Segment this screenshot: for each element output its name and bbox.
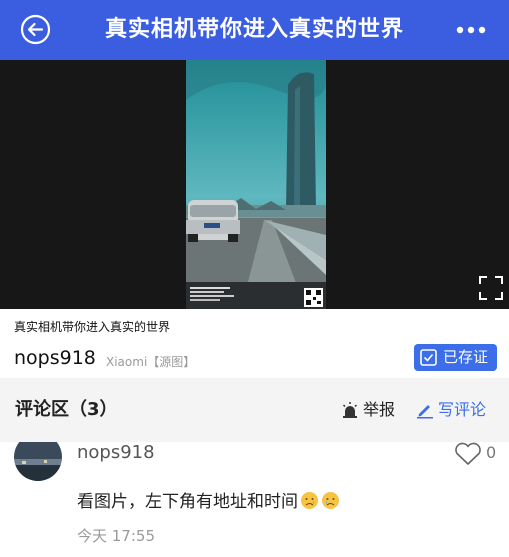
comment-author[interactable]: nops918 <box>77 442 155 463</box>
like-count: 0 <box>486 443 497 462</box>
top-bar: 真实相机带你进入真实的世界 <box>0 0 509 60</box>
comment-text: 看图片，左下角有地址和时间 <box>77 487 340 512</box>
video-thumbnail[interactable] <box>186 60 326 309</box>
avatar[interactable] <box>14 442 62 481</box>
post-caption: 真实相机带你进入真实的世界 <box>14 320 171 334</box>
heart-icon[interactable] <box>453 442 483 466</box>
comment-item: nops918 0 看图片，左下角有地址和时间 今天 17:55 <box>0 442 509 557</box>
saved-badge-label: 已存证 <box>443 348 489 366</box>
comments-header: 评论区（3） 举报 写评论 <box>0 378 509 442</box>
report-label: 举报 <box>363 400 396 419</box>
comments-title: 评论区（3） <box>15 399 118 420</box>
sad-emoji-icon <box>322 492 339 509</box>
checkbox-icon <box>420 349 437 366</box>
device-label: Xiaomi【源图】 <box>106 355 196 369</box>
pencil-icon <box>417 405 433 419</box>
sad-emoji-icon <box>301 492 318 509</box>
back-icon[interactable] <box>20 14 51 45</box>
fullscreen-icon[interactable] <box>479 276 503 300</box>
more-icon[interactable] <box>455 20 487 40</box>
post-author[interactable]: nops918 <box>14 347 96 369</box>
saved-evidence-badge[interactable]: 已存证 <box>414 344 497 371</box>
write-comment-label: 写评论 <box>438 400 487 419</box>
page-title: 真实相机带你进入真实的世界 <box>104 17 404 42</box>
video-player[interactable] <box>0 60 509 309</box>
alarm-icon <box>342 402 358 418</box>
comment-time: 今天 17:55 <box>77 527 155 545</box>
comment-text-content: 看图片，左下角有地址和时间 <box>77 492 298 512</box>
